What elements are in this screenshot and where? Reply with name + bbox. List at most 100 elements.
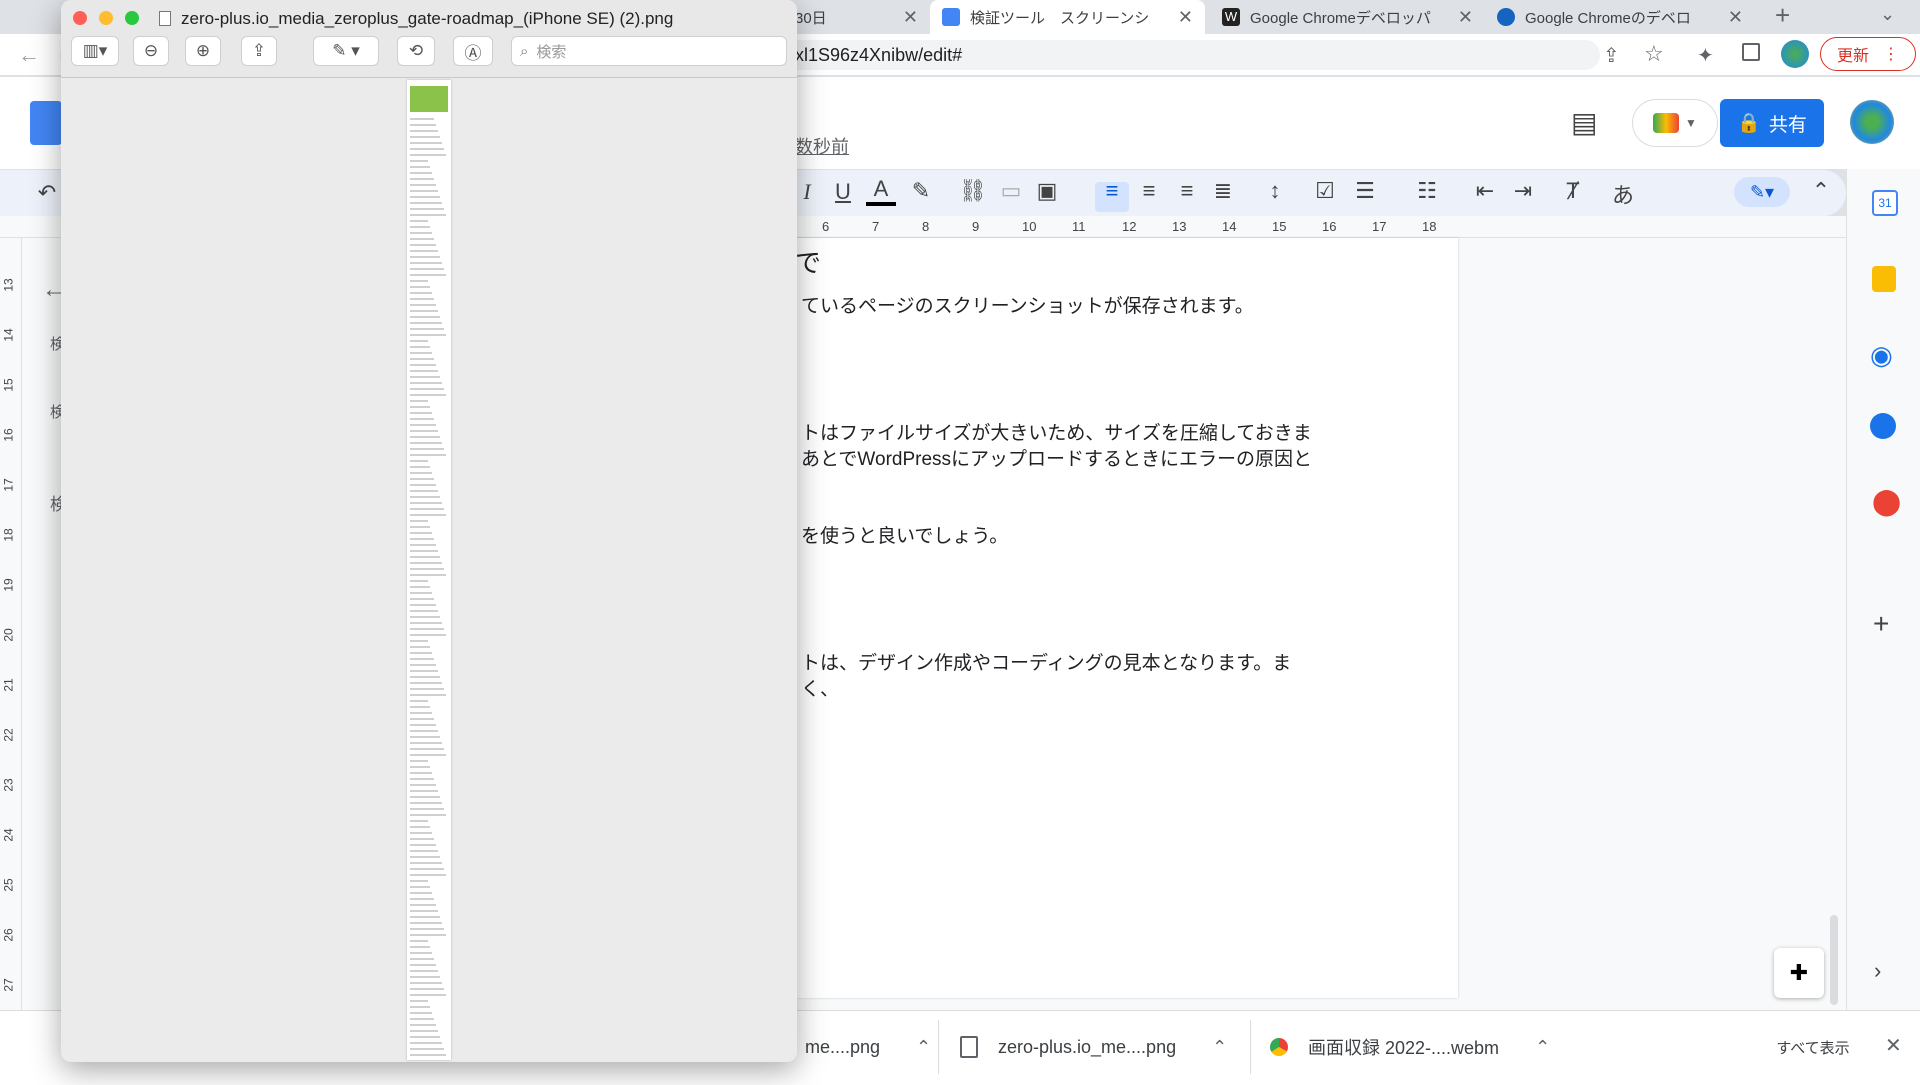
insert-image-icon[interactable]: ▣	[1032, 178, 1062, 204]
meet-button[interactable]: ▼	[1632, 99, 1718, 147]
zoom-window-button[interactable]	[125, 11, 139, 25]
last-edit-link[interactable]: 数秒前	[795, 133, 849, 159]
profile-avatar[interactable]	[1781, 40, 1809, 68]
back-icon[interactable]: ←	[18, 42, 40, 68]
document-page[interactable]	[780, 238, 1458, 998]
contacts-icon[interactable]	[1870, 413, 1896, 439]
zoom-in-icon[interactable]: ⊕	[185, 36, 221, 66]
rotate-icon[interactable]: ⟲	[397, 36, 435, 66]
align-left-icon: ≡	[1105, 178, 1119, 203]
close-icon[interactable]: ✕	[1170, 7, 1193, 28]
link-icon[interactable]: ⛓	[958, 178, 988, 204]
numbered-list-icon[interactable]: ☷	[1412, 178, 1442, 204]
sidebar-toggle-button[interactable]: ▥▾	[71, 36, 119, 66]
image-text-line	[410, 544, 436, 546]
maps-icon[interactable]: ⬤	[1872, 486, 1901, 517]
markup-icon[interactable]: Ⓐ	[453, 36, 493, 66]
image-text-line	[410, 472, 432, 474]
download-item[interactable]: me....png ⌃	[805, 1025, 931, 1069]
share-button[interactable]: 🔒 共有	[1720, 99, 1824, 147]
keep-icon[interactable]	[1872, 266, 1896, 292]
image-text-line	[410, 958, 434, 960]
download-item[interactable]: 画面収録 2022-....webm ⌃	[1270, 1025, 1550, 1069]
align-center-icon[interactable]: ≡	[1134, 178, 1164, 204]
justify-icon[interactable]: ≣	[1208, 178, 1238, 204]
show-all-button[interactable]: すべて表示	[1758, 1030, 1868, 1064]
chevron-up-icon[interactable]: ⌃	[916, 1037, 931, 1058]
tab-chrome-devtools-2[interactable]: Google Chromeのデベロ ✕	[1485, 0, 1755, 34]
image-text-line	[410, 682, 442, 684]
zoom-out-icon[interactable]: ⊖	[133, 36, 169, 66]
image-text-line	[410, 310, 438, 312]
image-text-line	[410, 238, 434, 240]
close-icon[interactable]: ✕	[1720, 7, 1743, 28]
preview-image[interactable]	[407, 80, 451, 1060]
share-page-icon[interactable]: ⇪	[1603, 43, 1620, 68]
extensions-icon[interactable]: ✦	[1697, 43, 1714, 68]
close-icon[interactable]: ✕	[1450, 7, 1473, 28]
tab-chrome-devtools[interactable]: W Google Chromeデベロッパ ✕	[1210, 0, 1485, 34]
tab-active[interactable]: 検証ツール スクリーンシ ✕	[930, 0, 1205, 34]
image-text-line	[410, 352, 432, 354]
docs-logo-icon[interactable]	[30, 101, 62, 145]
undo-icon[interactable]: ↶	[32, 180, 62, 206]
image-text-line	[410, 676, 440, 678]
ruler-number: 23	[1, 778, 16, 792]
file-icon	[960, 1036, 978, 1058]
image-text-line	[410, 136, 440, 138]
preview-search-field[interactable]: ⌕ 検索	[511, 36, 787, 66]
account-avatar[interactable]	[1850, 100, 1894, 144]
calendar-icon[interactable]: 31	[1872, 190, 1898, 216]
bookmark-star-icon[interactable]: ☆	[1644, 41, 1664, 67]
preview-window[interactable]: zero-plus.io_media_zeroplus_gate-roadmap…	[61, 0, 797, 1062]
image-text-line	[410, 922, 442, 924]
image-text-line	[410, 706, 430, 708]
close-downloads-icon[interactable]: ✕	[1885, 1033, 1902, 1058]
collapse-menus-icon[interactable]: ⌃	[1806, 178, 1836, 204]
side-panel	[1846, 169, 1920, 1010]
add-comment-icon[interactable]: ▭	[996, 178, 1026, 204]
comments-icon[interactable]: ▤	[1571, 106, 1597, 139]
checklist-icon[interactable]: ☑	[1310, 178, 1340, 204]
explore-button[interactable]: ✚	[1774, 948, 1824, 998]
expand-panel-icon[interactable]: ›	[1874, 958, 1881, 984]
image-text-line	[410, 556, 440, 558]
url-text[interactable]: xl1S96z4Xnibw/edit#	[795, 45, 962, 66]
new-tab-button[interactable]: +	[1775, 0, 1790, 31]
clear-format-icon[interactable]: Ⱦ	[1558, 178, 1588, 204]
image-text-line	[410, 130, 438, 132]
increase-indent-icon[interactable]: ⇥	[1508, 178, 1538, 204]
sidepanel-icon[interactable]	[1742, 43, 1760, 61]
ruler-number: 18	[1422, 219, 1437, 234]
tasks-icon[interactable]: ◉	[1870, 340, 1893, 371]
image-text-line	[410, 886, 430, 888]
minimize-window-button[interactable]	[99, 11, 113, 25]
image-text-line	[410, 658, 434, 660]
chevron-up-icon[interactable]: ⌃	[1535, 1037, 1550, 1058]
image-text-line	[410, 778, 434, 780]
highlight-icon[interactable]: ✎	[906, 178, 936, 204]
align-right-icon[interactable]: ≡	[1172, 178, 1202, 204]
add-addon-icon[interactable]: +	[1873, 608, 1889, 640]
editing-mode-button[interactable]: ✎▾	[1734, 177, 1790, 207]
line-spacing-icon[interactable]: ↕	[1260, 178, 1290, 204]
image-text-line	[410, 748, 444, 750]
share-icon[interactable]: ⇪	[241, 36, 277, 66]
text-color-icon[interactable]: A	[866, 176, 896, 206]
image-text-line	[410, 160, 428, 162]
markup-pen-button[interactable]: ✎ ▾	[313, 36, 379, 66]
image-text-line	[410, 478, 434, 480]
decrease-indent-icon[interactable]: ⇤	[1470, 178, 1500, 204]
tab-search-icon[interactable]: ⌄	[1880, 4, 1895, 25]
close-icon[interactable]: ✕	[895, 7, 918, 28]
image-text-line	[410, 796, 440, 798]
vertical-scrollbar[interactable]	[1830, 915, 1838, 1005]
update-button[interactable]: 更新 ⋮	[1820, 37, 1916, 71]
underline-icon[interactable]: U	[828, 179, 858, 205]
close-window-button[interactable]	[73, 11, 87, 25]
input-tools-button[interactable]: あ	[1608, 178, 1638, 210]
bullet-list-icon[interactable]: ☰	[1350, 178, 1380, 204]
image-text-line	[410, 256, 440, 258]
download-item[interactable]: zero-plus.io_me....png ⌃	[960, 1025, 1227, 1069]
chevron-up-icon[interactable]: ⌃	[1212, 1037, 1227, 1058]
